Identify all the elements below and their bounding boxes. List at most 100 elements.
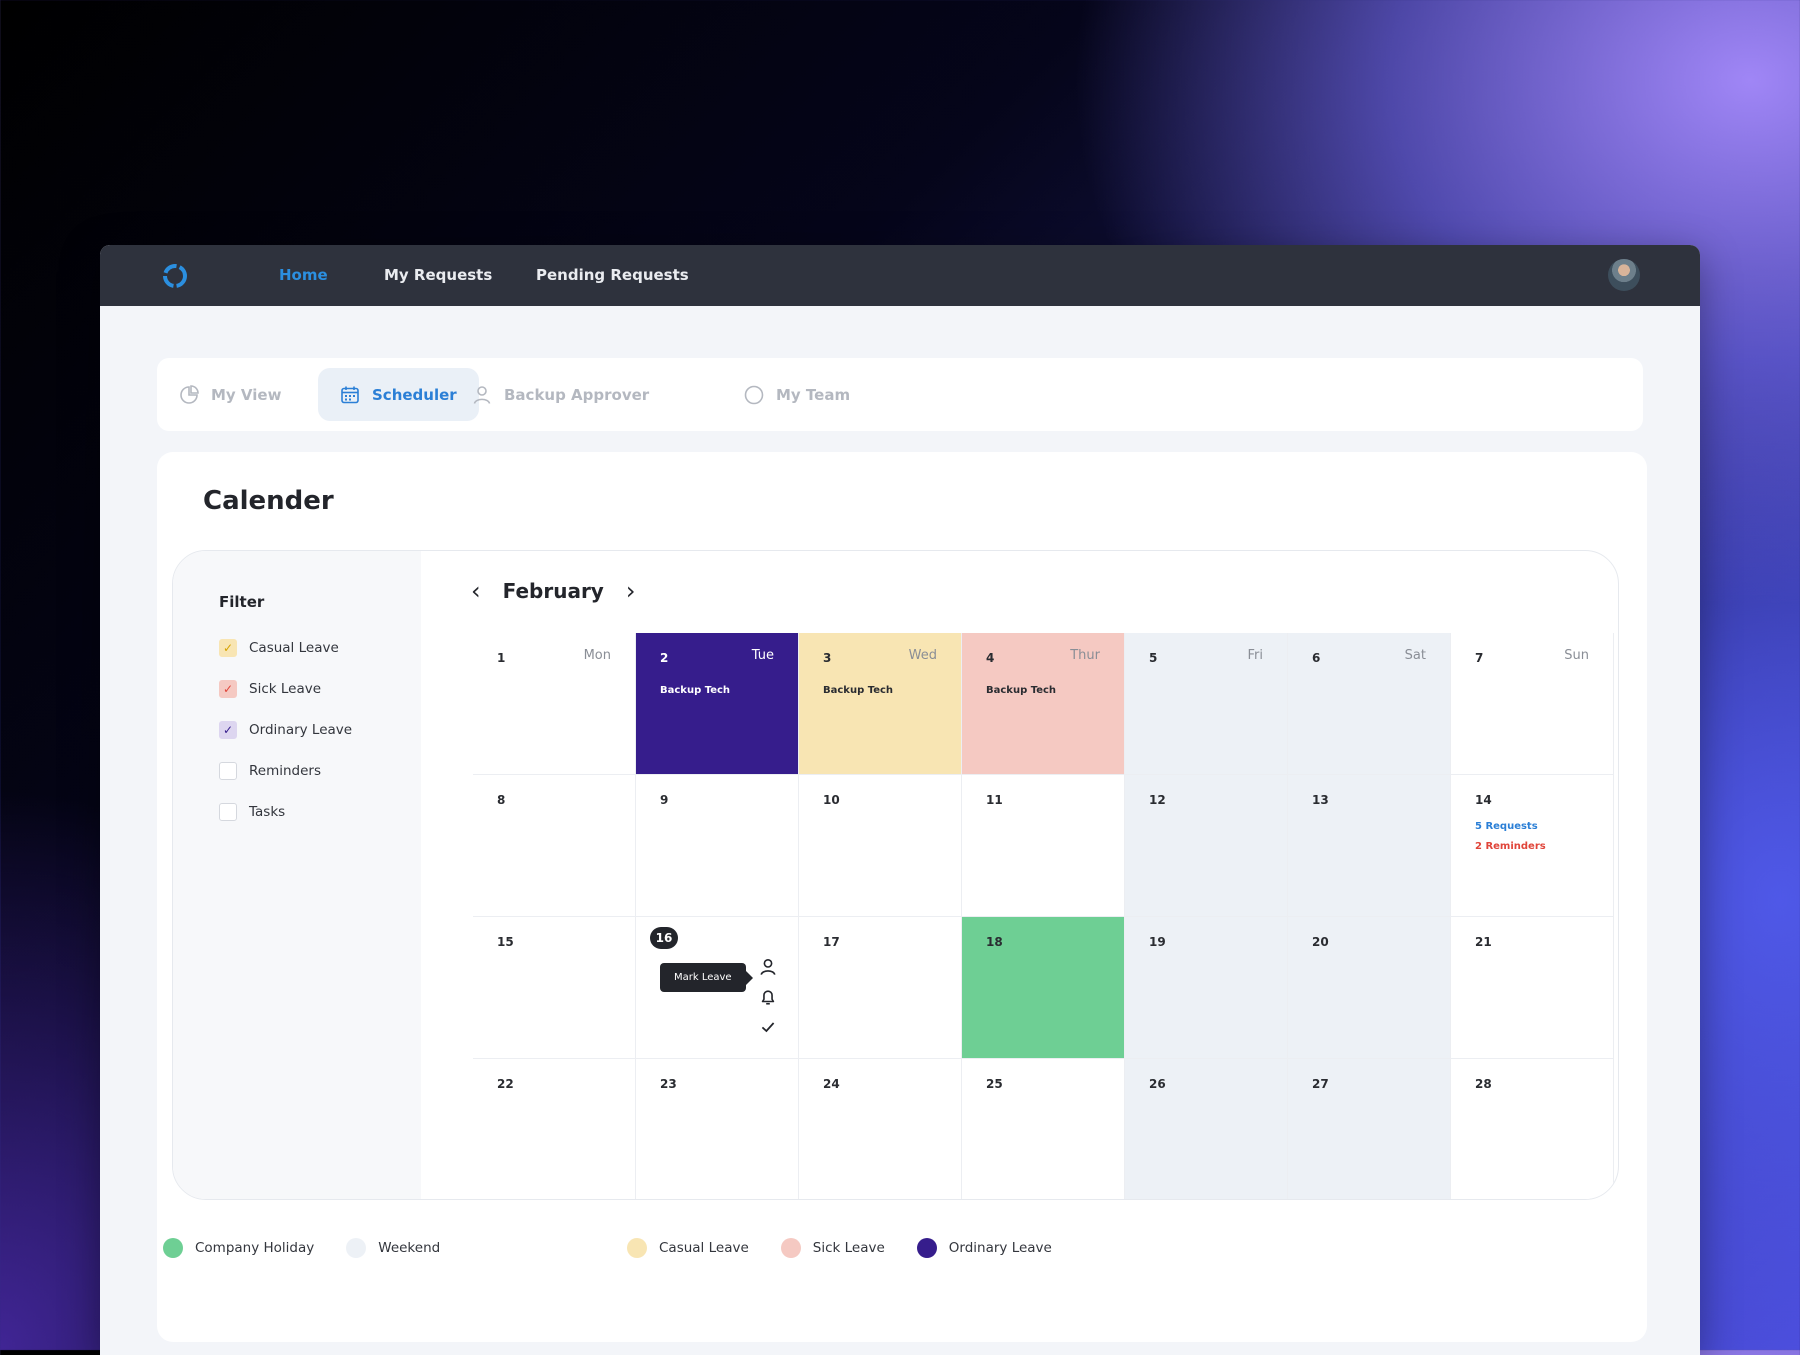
legend-left: Company Holiday Weekend <box>163 1238 458 1258</box>
circle-icon <box>744 385 764 404</box>
nav-home[interactable]: Home <box>279 245 328 306</box>
day-number: 24 <box>823 1077 840 1091</box>
day-number: 6 <box>1312 651 1321 665</box>
calendar-day-cell[interactable]: 20 <box>1288 917 1451 1059</box>
filter-item[interactable]: ✓ Ordinary Leave <box>219 721 352 739</box>
day-number: 23 <box>660 1077 677 1091</box>
legend-dot <box>780 1238 801 1258</box>
day-number: 10 <box>823 793 840 807</box>
pie-chart-icon <box>180 384 199 404</box>
filter-item[interactable]: Tasks <box>219 803 285 821</box>
tab-backup-approver[interactable]: Backup Approver <box>450 368 671 421</box>
tab-my-team[interactable]: My Team <box>722 368 872 421</box>
calendar-day-cell[interactable]: 6 Sat <box>1288 633 1451 775</box>
prev-month-icon[interactable]: ‹ <box>471 579 481 603</box>
calendar-day-cell[interactable]: 12 <box>1125 775 1288 917</box>
tab-backup-approver-label: Backup Approver <box>504 385 650 404</box>
calendar-day-cell[interactable]: 26 <box>1125 1059 1288 1199</box>
leave-event[interactable]: Backup Tech <box>823 685 893 696</box>
calendar-day-cell[interactable]: 10 <box>799 775 962 917</box>
task-check-icon[interactable] <box>758 1017 778 1037</box>
calendar-day-cell[interactable]: 8 <box>473 775 636 917</box>
day-number: 4 <box>986 651 995 665</box>
reminder-bell-icon[interactable] <box>758 987 778 1007</box>
requests-link[interactable]: 5 Requests <box>1475 821 1538 832</box>
filter-label: Ordinary Leave <box>249 722 353 738</box>
calendar-day-cell[interactable]: 2 Tue Backup Tech <box>636 633 799 775</box>
weekday-label: Fri <box>1247 648 1264 663</box>
logo-icon[interactable] <box>162 263 188 289</box>
legend-item: Sick Leave <box>780 1238 885 1258</box>
day-number: 15 <box>497 935 514 949</box>
calendar-day-cell[interactable]: 9 <box>636 775 799 917</box>
legend-label: Sick Leave <box>812 1240 885 1256</box>
month-navigator: ‹ February › <box>471 579 635 603</box>
day-number: 17 <box>823 935 840 949</box>
calendar-day-cell[interactable]: 13 <box>1288 775 1451 917</box>
day-number: 13 <box>1312 793 1329 807</box>
legend-label: Weekend <box>378 1240 441 1256</box>
legend-dot <box>627 1238 647 1258</box>
leave-event[interactable]: Backup Tech <box>660 685 730 696</box>
weekday-label: Mon <box>583 648 611 663</box>
calendar-day-cell[interactable]: 1 Mon <box>473 633 636 775</box>
next-month-icon[interactable]: › <box>626 579 636 603</box>
calendar-day-cell[interactable]: 28 <box>1451 1059 1614 1199</box>
day-number: 14 <box>1475 793 1492 807</box>
filter-label: Tasks <box>249 804 286 820</box>
calendar-day-cell[interactable]: 25 <box>962 1059 1125 1199</box>
day-number: 18 <box>986 935 1003 949</box>
mark-leave-tooltip: Mark Leave <box>660 963 753 992</box>
tab-my-view-label: My View <box>211 385 282 404</box>
calendar-card: Calender Filter ✓ Casual Leave ✓ Sick Leave… <box>157 452 1647 1342</box>
nav-my-requests[interactable]: My Requests <box>384 245 492 306</box>
weekday-label: Sun <box>1564 648 1589 663</box>
leave-event[interactable]: Backup Tech <box>986 685 1056 696</box>
calendar-day-cell[interactable]: 16 Mark Leave <box>636 917 799 1059</box>
calendar-icon <box>341 386 359 403</box>
calendar-day-cell[interactable]: 4 Thur Backup Tech <box>962 633 1125 775</box>
calendar-day-cell[interactable]: 18 <box>962 917 1125 1059</box>
filter-checkbox[interactable]: ✓ <box>219 680 237 698</box>
day-number: 21 <box>1475 935 1492 949</box>
day-number: 22 <box>497 1077 514 1091</box>
user-icon <box>473 385 491 404</box>
calendar-day-cell[interactable]: 19 <box>1125 917 1288 1059</box>
day-number: 5 <box>1149 651 1158 665</box>
day-number: 1 <box>497 651 506 665</box>
filter-checkbox[interactable]: ✓ <box>219 639 237 657</box>
weekday-label: Wed <box>908 648 937 663</box>
calendar-day-cell[interactable]: 15 <box>473 917 636 1059</box>
filter-title: Filter <box>219 593 265 611</box>
reminders-link[interactable]: 2 Reminders <box>1475 841 1546 852</box>
calendar-day-cell[interactable]: 11 <box>962 775 1125 917</box>
filter-checkbox[interactable] <box>219 762 237 780</box>
filter-item[interactable]: Reminders <box>219 762 321 780</box>
filter-item[interactable]: ✓ Sick Leave <box>219 680 321 698</box>
legend-item: Company Holiday <box>163 1238 314 1258</box>
calendar-day-cell[interactable]: 14 5 Requests 2 Reminders <box>1451 775 1614 917</box>
calendar-day-cell[interactable]: 21 <box>1451 917 1614 1059</box>
day-number: 12 <box>1149 793 1166 807</box>
calendar-day-cell[interactable]: 5 Fri <box>1125 633 1288 775</box>
calendar-day-cell[interactable]: 22 <box>473 1059 636 1199</box>
calendar-day-cell[interactable]: 24 <box>799 1059 962 1199</box>
nav-pending-requests[interactable]: Pending Requests <box>536 245 689 306</box>
calendar-day-cell[interactable]: 3 Wed Backup Tech <box>799 633 962 775</box>
mark-leave-user-icon[interactable] <box>758 957 778 977</box>
tab-my-view[interactable]: My View <box>157 368 303 421</box>
calendar-day-cell[interactable]: 23 <box>636 1059 799 1199</box>
calendar-grid: 1 Mon 2 Tue Backup Tech 3 Wed Backup Tech 4 Thur B… <box>473 633 1618 1199</box>
calendar-day-cell[interactable]: 17 <box>799 917 962 1059</box>
view-tabs: My View Scheduler Backup Approver My Tea… <box>157 358 1643 431</box>
filter-label: Sick Leave <box>249 681 322 697</box>
filter-label: Casual Leave <box>249 640 339 656</box>
day-number: 8 <box>497 793 506 807</box>
filter-checkbox[interactable] <box>219 803 237 821</box>
legend-item: Weekend <box>346 1238 440 1258</box>
calendar-day-cell[interactable]: 27 <box>1288 1059 1451 1199</box>
filter-item[interactable]: ✓ Casual Leave <box>219 639 339 657</box>
filter-checkbox[interactable]: ✓ <box>219 721 237 739</box>
user-avatar[interactable] <box>1608 259 1640 291</box>
calendar-day-cell[interactable]: 7 Sun <box>1451 633 1614 775</box>
